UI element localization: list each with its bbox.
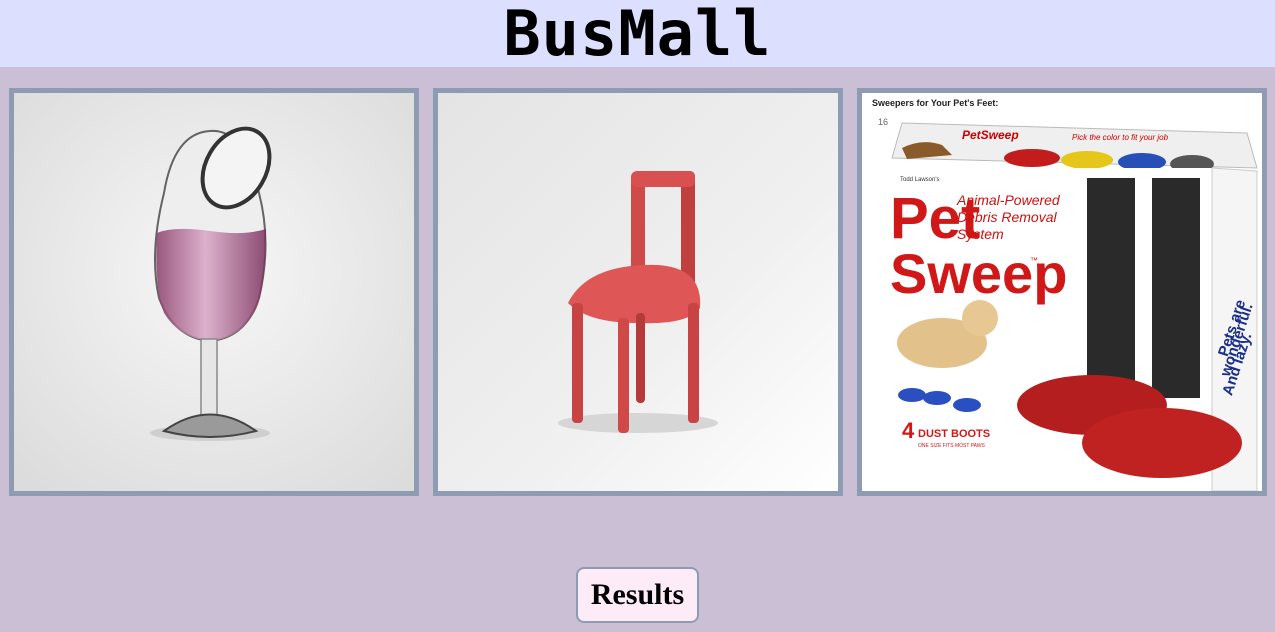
site-header: BusMall bbox=[0, 0, 1275, 67]
product-image-chair[interactable] bbox=[433, 88, 843, 496]
results-button[interactable]: Results bbox=[576, 567, 699, 623]
box-logo: PetSweep bbox=[962, 128, 1019, 142]
pet-sweep-image: Sweepers for Your Pet's Feet: 16 PetSwee… bbox=[862, 93, 1262, 491]
subtitle-line-2: Debris Removal bbox=[957, 209, 1057, 225]
page-title: BusMall bbox=[503, 0, 772, 70]
chair-image bbox=[438, 93, 838, 491]
subtitle-line-1: Animal-Powered bbox=[956, 192, 1061, 208]
boots-sub: ONE SIZE FITS MOST PAWS bbox=[918, 443, 986, 449]
product-image-pet-sweep[interactable]: Sweepers for Your Pet's Feet: 16 PetSwee… bbox=[857, 88, 1267, 496]
subtitle-line-3: System bbox=[957, 226, 1004, 242]
box-tag: Pick the color to fit your job bbox=[1072, 133, 1169, 142]
brand-small: Todd Lawson's bbox=[900, 177, 940, 183]
boots-label: DUST BOOTS bbox=[918, 428, 990, 440]
product-image-wine-glass[interactable] bbox=[9, 88, 419, 496]
title-line-2: Sweep bbox=[890, 242, 1067, 305]
ad-number: 16 bbox=[878, 117, 888, 127]
ad-caption: Sweepers for Your Pet's Feet: bbox=[872, 98, 998, 108]
boots-number: 4 bbox=[902, 418, 915, 443]
tm-mark: ™ bbox=[1030, 256, 1038, 265]
wine-glass-image bbox=[14, 93, 414, 491]
